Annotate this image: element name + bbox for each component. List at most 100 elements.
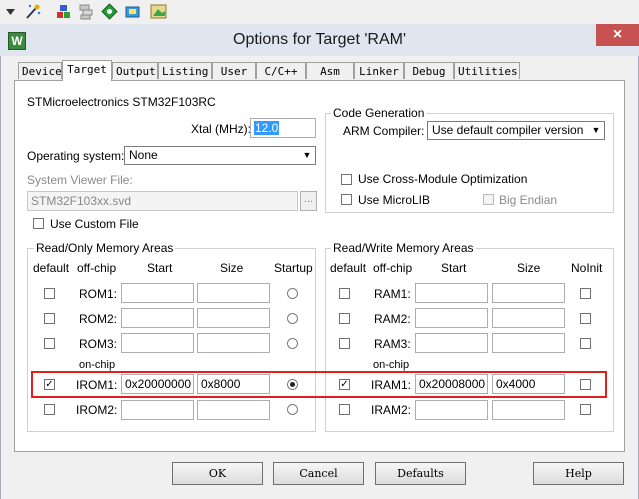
close-button[interactable]: ×: [596, 24, 639, 46]
os-label: Operating system:: [27, 149, 125, 163]
title-bar: W Options for Target 'RAM' ×: [0, 24, 639, 56]
iram2-size-input[interactable]: [492, 400, 565, 420]
rom-header-default: default: [33, 261, 70, 275]
help-button[interactable]: Help: [533, 462, 624, 485]
rom1-startup-radio[interactable]: [287, 288, 298, 299]
ram1-noinit-checkbox[interactable]: [580, 288, 591, 299]
ram3-size-input[interactable]: [492, 333, 565, 353]
layers-icon[interactable]: [78, 3, 95, 20]
ram3-noinit-checkbox[interactable]: [580, 338, 591, 349]
magic-wand-icon[interactable]: [24, 3, 41, 20]
tab-debug[interactable]: Debug: [404, 62, 454, 79]
svd-input: STM32F103xx.svd: [27, 191, 298, 211]
ok-button[interactable]: OK: [172, 462, 263, 485]
code-generation-title: Code Generation: [331, 106, 427, 120]
iram2-noinit-checkbox[interactable]: [580, 404, 591, 415]
tab-target[interactable]: Target: [62, 60, 112, 81]
tab-linker[interactable]: Linker: [354, 62, 404, 79]
rom2-default-checkbox[interactable]: [44, 313, 55, 324]
ram2-noinit-checkbox[interactable]: [580, 313, 591, 324]
rom-group-title: Read/Only Memory Areas: [34, 241, 176, 255]
rom2-label: ROM2:: [79, 312, 118, 326]
cancel-button[interactable]: Cancel: [273, 462, 364, 485]
ram-onchip-label: on-chip: [373, 359, 410, 371]
rom1-label: ROM1:: [79, 287, 118, 301]
iram2-label: IRAM2:: [371, 403, 412, 417]
irom2-size-input[interactable]: [197, 400, 270, 420]
ram-header-offchip: off-chip: [373, 261, 413, 275]
device-icon[interactable]: [124, 3, 141, 20]
big-endian-label: Big Endian: [499, 193, 558, 207]
defaults-button[interactable]: Defaults: [375, 462, 466, 485]
ram3-label: RAM3:: [374, 337, 411, 351]
rom2-startup-radio[interactable]: [287, 313, 298, 324]
rom-header-startup: Startup: [274, 261, 313, 275]
tab-device[interactable]: Device: [18, 62, 62, 79]
rom3-size-input[interactable]: [197, 333, 270, 353]
rom3-start-input[interactable]: [121, 333, 194, 353]
ram2-default-checkbox[interactable]: [339, 313, 350, 324]
ram-header-start: Start: [441, 261, 467, 275]
ram-group-title: Read/Write Memory Areas: [331, 241, 476, 255]
ram1-size-input[interactable]: [492, 283, 565, 303]
ram2-size-input[interactable]: [492, 308, 565, 328]
iram2-default-checkbox[interactable]: [339, 404, 350, 415]
pack-installer-icon[interactable]: [150, 3, 167, 20]
ram2-start-input[interactable]: [415, 308, 488, 328]
microlib-checkbox[interactable]: [341, 194, 352, 205]
custom-file-label: Use Custom File: [50, 217, 139, 231]
rom-header-start: Start: [147, 261, 173, 275]
iram2-start-input[interactable]: [415, 400, 488, 420]
microlib-label: Use MicroLIB: [358, 193, 431, 207]
ram3-default-checkbox[interactable]: [339, 338, 350, 349]
component-icon[interactable]: [55, 3, 72, 20]
dropdown-arrow-icon[interactable]: [2, 3, 19, 20]
arm-compiler-value: Use default compiler version: [432, 123, 584, 137]
rom-onchip-label: on-chip: [79, 359, 116, 371]
irom2-label: IROM2:: [76, 403, 118, 417]
svd-browse-button: ...: [300, 191, 317, 211]
rom2-start-input[interactable]: [121, 308, 194, 328]
ram1-default-checkbox[interactable]: [339, 288, 350, 299]
rom-header-size: Size: [220, 261, 244, 275]
irom2-start-input[interactable]: [121, 400, 194, 420]
os-value: None: [129, 148, 158, 162]
ram1-start-input[interactable]: [415, 283, 488, 303]
ram3-start-input[interactable]: [415, 333, 488, 353]
rom2-size-input[interactable]: [197, 308, 270, 328]
rom3-startup-radio[interactable]: [287, 338, 298, 349]
highlight-annotation: [31, 371, 607, 398]
ram1-label: RAM1:: [374, 287, 411, 301]
custom-file-checkbox[interactable]: [33, 218, 44, 229]
toolbar: [0, 0, 639, 25]
tab-user[interactable]: User: [212, 62, 256, 79]
tab-output[interactable]: Output: [112, 62, 158, 79]
irom2-startup-radio[interactable]: [287, 404, 298, 415]
rom1-size-input[interactable]: [197, 283, 270, 303]
arm-compiler-select[interactable]: Use default compiler version ▼: [427, 121, 605, 140]
svd-label: System Viewer File:: [27, 173, 133, 187]
xtal-input[interactable]: 12.0: [250, 118, 316, 138]
chevron-down-icon: ▼: [591, 125, 601, 135]
ram2-label: RAM2:: [374, 312, 411, 326]
rom-header-offchip: off-chip: [77, 261, 117, 275]
rom3-default-checkbox[interactable]: [44, 338, 55, 349]
xtal-value: 12.0: [254, 121, 280, 135]
tab-asm[interactable]: Asm: [306, 62, 354, 79]
rom1-default-checkbox[interactable]: [44, 288, 55, 299]
cross-module-checkbox[interactable]: [341, 174, 352, 185]
xtal-label: Xtal (MHz):: [191, 122, 251, 136]
arm-compiler-label: ARM Compiler:: [343, 124, 425, 138]
ram-header-size: Size: [517, 261, 541, 275]
tab-utilities[interactable]: Utilities: [454, 62, 520, 79]
window-title: Options for Target 'RAM': [233, 31, 406, 48]
chevron-down-icon: ▼: [302, 150, 312, 160]
tab-c-cpp[interactable]: C/C++: [256, 62, 306, 79]
tab-listing[interactable]: Listing: [158, 62, 212, 79]
rom1-start-input[interactable]: [121, 283, 194, 303]
os-select[interactable]: None ▼: [124, 146, 316, 165]
cross-module-label: Use Cross-Module Optimization: [358, 172, 528, 186]
ram-header-default: default: [330, 261, 367, 275]
diamond-icon[interactable]: [101, 3, 118, 20]
irom2-default-checkbox[interactable]: [44, 404, 55, 415]
